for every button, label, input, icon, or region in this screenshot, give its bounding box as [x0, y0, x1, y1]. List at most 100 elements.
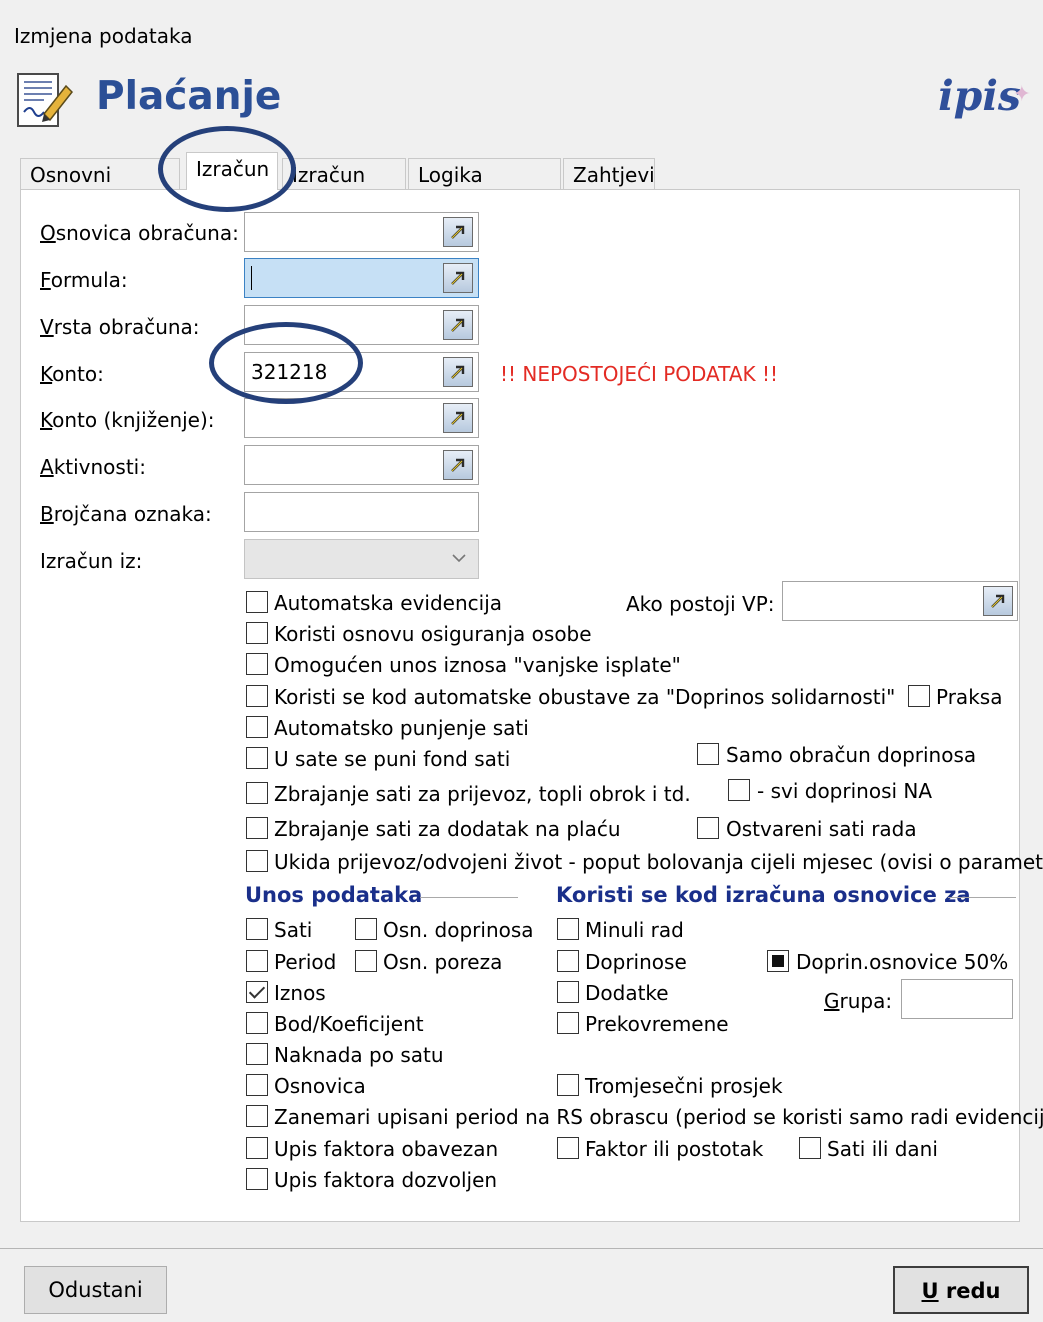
svi-doprinosi-na-label: - svi doprinosi NA — [757, 779, 933, 803]
sati-checkbox[interactable] — [246, 918, 268, 940]
zbrajanje-dodatak-label: Zbrajanje sati za dodatak na plaću — [274, 817, 621, 841]
logo-star-icon: ✦ — [1012, 82, 1031, 107]
osnovica-checkbox[interactable] — [246, 1074, 268, 1096]
formula-lookup-icon[interactable] — [443, 263, 473, 293]
upis-faktora-dozvoljen-checkbox[interactable] — [246, 1168, 268, 1190]
naknada-po-satu-checkbox[interactable] — [246, 1043, 268, 1065]
samo-obracun-doprinosa-checkbox[interactable] — [697, 743, 719, 765]
period-checkbox[interactable] — [246, 950, 268, 972]
omogucen-unos-label: Omogućen unos iznosa "vanjske isplate" — [274, 653, 681, 677]
tab-izracun-2[interactable]: Izračun (2) — [282, 158, 406, 219]
bod-koeficijent-label: Bod/Koeficijent — [274, 1012, 424, 1036]
sati-label: Sati — [274, 918, 313, 942]
vrsta-obracuna-lookup-icon[interactable] — [443, 310, 473, 340]
unos-podataka-heading: Unos podataka — [245, 883, 423, 907]
tab-osnovni-podaci[interactable]: Osnovni podaci — [20, 158, 180, 219]
ukida-prijevoz-checkbox[interactable] — [246, 850, 268, 872]
upis-faktora-obavezan-checkbox[interactable] — [246, 1137, 268, 1159]
automatsko-punjenje-label: Automatsko punjenje sati — [274, 716, 529, 740]
izracun-iz-dropdown[interactable] — [244, 539, 479, 579]
grupa-field[interactable] — [901, 979, 1013, 1019]
ako-postoji-vp-label: Ako postoji VP: — [626, 592, 775, 616]
vrsta-obracuna-label: Vrsta obračuna: — [40, 315, 200, 339]
doprin-osnovice-checkbox[interactable] — [767, 950, 789, 972]
doprinose-label: Doprinose — [585, 950, 687, 974]
koristi-osnovu-checkbox[interactable] — [246, 622, 268, 644]
minuli-rad-label: Minuli rad — [585, 918, 684, 942]
aktivnosti-label: Aktivnosti: — [40, 455, 146, 479]
chevron-down-icon — [452, 554, 466, 563]
zanemari-period-checkbox[interactable] — [246, 1105, 268, 1127]
praksa-label: Praksa — [936, 685, 1003, 709]
konto-lookup-icon[interactable] — [443, 357, 473, 387]
cancel-button[interactable]: Odustani — [24, 1266, 167, 1314]
koristi-osnovu-label: Koristi osnovu osiguranja osobe — [274, 622, 592, 646]
formula-label: Formula: — [40, 268, 128, 292]
ok-button[interactable]: U redu — [893, 1266, 1029, 1314]
dodatke-label: Dodatke — [585, 981, 669, 1005]
osn-poreza-label: Osn. poreza — [383, 950, 503, 974]
tab-izracun[interactable]: Izračun — [186, 152, 278, 190]
ako-postoji-vp-field[interactable] — [782, 581, 1018, 621]
tab-zahtjevi[interactable]: Zahtjevi — [563, 158, 655, 190]
formula-field[interactable] — [244, 258, 479, 298]
document-pen-icon — [14, 68, 74, 132]
ostvareni-sati-checkbox[interactable] — [697, 817, 719, 839]
automatsko-punjenje-checkbox[interactable] — [246, 716, 268, 738]
dodatke-checkbox[interactable] — [557, 981, 579, 1003]
prekovremene-checkbox[interactable] — [557, 1012, 579, 1034]
koristi-obustave-label: Koristi se kod automatske obustave za "D… — [274, 685, 896, 709]
aktivnosti-field[interactable] — [244, 445, 479, 485]
osnovica-obracuna-label: Osnovica obračuna: — [40, 221, 239, 245]
faktor-ili-postotak-checkbox[interactable] — [557, 1137, 579, 1159]
zbrajanje-prijevoz-checkbox[interactable] — [246, 782, 268, 804]
izracun-iz-label: Izračun iz: — [40, 549, 143, 573]
konto-knjizenje-lookup-icon[interactable] — [443, 403, 473, 433]
naknada-po-satu-label: Naknada po satu — [274, 1043, 444, 1067]
osnovica-label: Osnovica — [274, 1074, 366, 1098]
samo-obracun-doprinosa-label: Samo obračun doprinosa — [726, 743, 977, 767]
footer-divider — [0, 1248, 1043, 1249]
zbrajanje-dodatak-checkbox[interactable] — [246, 817, 268, 839]
tromjesecni-prosjek-checkbox[interactable] — [557, 1074, 579, 1096]
window-title: Izmjena podataka — [14, 24, 193, 48]
osnovica-obracuna-field[interactable] — [244, 212, 479, 252]
osn-poreza-checkbox[interactable] — [355, 950, 377, 972]
koristi-se-heading: Koristi se kod izračuna osnovice za — [556, 883, 971, 907]
automatska-evidencija-label: Automatska evidencija — [274, 591, 503, 615]
upis-faktora-obavezan-label: Upis faktora obavezan — [274, 1137, 499, 1161]
brojcana-oznaka-label: Brojčana oznaka: — [40, 502, 212, 526]
iznos-label: Iznos — [274, 981, 326, 1005]
zanemari-period-label: Zanemari upisani period na RS obrascu (p… — [274, 1105, 1043, 1129]
osn-doprinosa-checkbox[interactable] — [355, 918, 377, 940]
iznos-checkbox[interactable] — [246, 981, 268, 1003]
osnovica-obracuna-lookup-icon[interactable] — [443, 217, 473, 247]
praksa-checkbox[interactable] — [908, 685, 930, 707]
konto-knjizenje-field[interactable] — [244, 398, 479, 438]
sati-ili-dani-checkbox[interactable] — [799, 1137, 821, 1159]
u-sate-fond-label: U sate se puni fond sati — [274, 747, 511, 771]
faktor-ili-postotak-label: Faktor ili postotak — [585, 1137, 764, 1161]
bod-koeficijent-checkbox[interactable] — [246, 1012, 268, 1034]
brojcana-oznaka-field[interactable] — [244, 492, 479, 532]
minuli-rad-checkbox[interactable] — [557, 918, 579, 940]
tab-logika-obrade[interactable]: Logika obrade — [408, 158, 561, 219]
divider — [420, 897, 518, 898]
konto-knjizenje-label: Konto (knjiženje): — [40, 408, 215, 432]
doprin-osnovice-label: Doprin.osnovice 50% — [796, 950, 1009, 974]
prekovremene-label: Prekovremene — [585, 1012, 729, 1036]
koristi-obustave-checkbox[interactable] — [246, 685, 268, 707]
doprinose-checkbox[interactable] — [557, 950, 579, 972]
upis-faktora-dozvoljen-label: Upis faktora dozvoljen — [274, 1168, 498, 1192]
ostvareni-sati-label: Ostvareni sati rada — [726, 817, 917, 841]
page-title: Plaćanje — [96, 74, 282, 119]
period-label: Period — [274, 950, 337, 974]
automatska-evidencija-checkbox[interactable] — [246, 591, 268, 613]
u-sate-fond-checkbox[interactable] — [246, 747, 268, 769]
grupa-label: Grupa: — [824, 989, 893, 1013]
annotation-circle-konto — [209, 322, 363, 404]
svi-doprinosi-na-checkbox[interactable] — [728, 779, 750, 801]
omogucen-unos-checkbox[interactable] — [246, 653, 268, 675]
aktivnosti-lookup-icon[interactable] — [443, 450, 473, 480]
ako-postoji-vp-lookup-icon[interactable] — [983, 586, 1013, 616]
